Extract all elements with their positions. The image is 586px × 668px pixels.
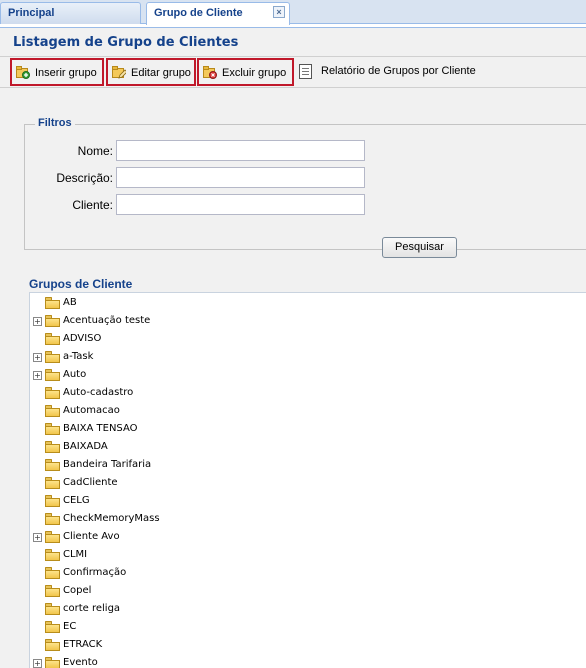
expand-icon[interactable]: +	[33, 353, 42, 362]
tab-grupo-de-cliente[interactable]: Grupo de Cliente ×	[146, 2, 290, 25]
folder-icon	[45, 351, 60, 363]
filters-fieldset: Filtros Nome: Descrição: Cliente:	[24, 117, 586, 250]
tree-node-label: Cliente Avo	[63, 531, 120, 542]
folder-icon	[45, 423, 60, 435]
tree-node-label: Automacao	[63, 405, 120, 416]
folder-icon	[45, 459, 60, 471]
expand-icon[interactable]: +	[33, 317, 42, 326]
folder-icon	[45, 315, 60, 327]
report-label: Relatório de Grupos por Cliente	[321, 65, 476, 77]
name-label: Nome:	[77, 144, 113, 158]
tree-node-label: CELG	[63, 495, 90, 506]
tree-node-label: AB	[63, 297, 77, 308]
tree-node-label: Acentuação teste	[63, 315, 151, 326]
expand-icon[interactable]: +	[33, 659, 42, 668]
folder-icon	[45, 621, 60, 633]
add-group-icon	[16, 66, 30, 79]
folder-icon	[45, 297, 60, 309]
page-title: Listagem de Grupo de Clientes	[13, 35, 239, 50]
folder-icon	[45, 405, 60, 417]
toolbar: Inserir grupo Editar grupo Excluir grupo	[0, 56, 586, 88]
expand-icon[interactable]: +	[33, 371, 42, 380]
folder-icon	[45, 441, 60, 453]
tab-grupo-label: Grupo de Cliente	[154, 7, 243, 19]
tab-principal-label: Principal	[8, 7, 55, 19]
insert-group-label: Inserir grupo	[35, 67, 97, 79]
filters-legend: Filtros	[35, 117, 75, 129]
folder-icon	[45, 549, 60, 561]
name-field[interactable]	[116, 140, 365, 161]
folder-icon	[45, 513, 60, 525]
folder-icon	[45, 603, 60, 615]
tree-node-label: Evento	[63, 657, 98, 668]
folder-icon	[45, 585, 60, 597]
tree-node-label: CheckMemoryMass	[63, 513, 160, 524]
tree-node-label: a-Task	[63, 351, 94, 362]
delete-group-label: Excluir grupo	[222, 67, 287, 79]
group-tree[interactable]: AB + Acentuação teste ADVISO + a-Task + Auto Aut…	[29, 292, 586, 668]
tree-node-label: Copel	[63, 585, 92, 596]
main-panel: Listagem de Grupo de Clientes Inserir gr…	[0, 27, 586, 668]
description-field[interactable]	[116, 167, 365, 188]
report-button[interactable]: Relatório de Grupos por Cliente	[299, 59, 476, 85]
folder-icon	[45, 333, 60, 345]
folder-icon	[45, 477, 60, 489]
tree-node-label: Bandeira Tarifaria	[63, 459, 152, 470]
tree-node-label: Auto-cadastro	[63, 387, 134, 398]
tree-node-label: ADVISO	[63, 333, 102, 344]
folder-icon	[45, 567, 60, 579]
tree-node-label: Auto	[63, 369, 87, 380]
tree-node-label: CLMI	[63, 549, 88, 560]
description-label: Descrição:	[56, 171, 113, 185]
edit-group-label: Editar grupo	[131, 67, 191, 79]
tab-principal[interactable]: Principal	[0, 2, 141, 24]
tree-node-label: EC	[63, 621, 77, 632]
close-icon[interactable]: ×	[273, 6, 285, 18]
folder-icon	[45, 495, 60, 507]
report-icon	[299, 64, 312, 79]
expand-icon[interactable]: +	[33, 533, 42, 542]
tree-node-label: corte religa	[63, 603, 121, 614]
edit-group-icon	[112, 66, 126, 79]
tree-node-label: Confirmação	[63, 567, 127, 578]
tree-node-label: ETRACK	[63, 639, 103, 650]
insert-group-button[interactable]: Inserir grupo	[10, 58, 104, 86]
tree-node-label: BAIXA TENSAO	[63, 423, 138, 434]
tree-node-label: BAIXADA	[63, 441, 108, 452]
folder-icon	[45, 639, 60, 651]
delete-group-button[interactable]: Excluir grupo	[197, 58, 294, 86]
client-label: Cliente:	[72, 198, 113, 212]
delete-group-icon	[203, 66, 217, 79]
tab-bar: Principal Grupo de Cliente ×	[0, 0, 586, 25]
tree-title: Grupos de Cliente	[29, 277, 133, 291]
folder-icon	[45, 657, 60, 668]
client-field[interactable]	[116, 194, 365, 215]
search-button[interactable]: Pesquisar	[382, 237, 457, 258]
tree-node-label: CadCliente	[63, 477, 118, 488]
folder-icon	[45, 369, 60, 381]
folder-icon	[45, 387, 60, 399]
edit-group-button[interactable]: Editar grupo	[106, 58, 196, 86]
folder-icon	[45, 531, 60, 543]
